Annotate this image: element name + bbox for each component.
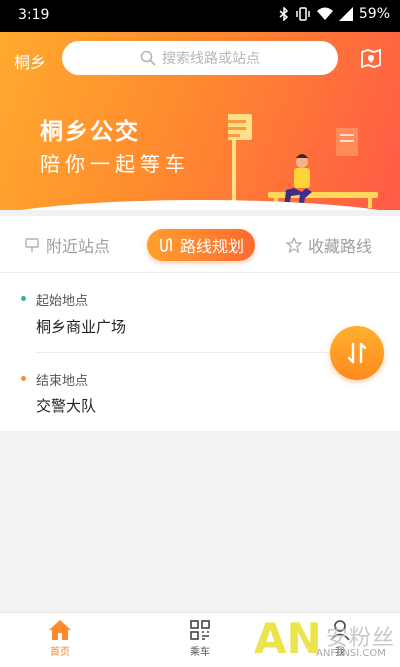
search-placeholder: 搜索线路或站点 (162, 51, 260, 67)
end-dot (21, 376, 26, 381)
app-subtitle: 陪你一起等车 (40, 152, 190, 176)
start-label: 起始地点 (36, 294, 89, 309)
tab-route-planning[interactable]: 路线规划 (147, 229, 255, 261)
map-icon[interactable] (360, 48, 382, 68)
battery-percent: 59% (358, 6, 390, 22)
wifi-icon (316, 7, 333, 20)
tab-label: 路线规划 (179, 237, 244, 256)
swap-locations-button[interactable] (330, 326, 384, 380)
search-input[interactable]: 搜索线路或站点 (62, 41, 338, 75)
divider (36, 352, 336, 353)
tab-label: 附近站点 (46, 237, 111, 256)
cell-signal-icon (338, 7, 353, 21)
star-icon (286, 237, 302, 253)
end-label: 结束地点 (36, 374, 89, 389)
nav-label: 乘车 (190, 647, 210, 658)
bottom-navigation: 首页 乘车 我 (0, 612, 400, 667)
app-title: 桐乡公交 (40, 119, 140, 145)
nav-label: 我 (335, 647, 345, 658)
route-planner-card: 起始地点 桐乡商业广场 结束地点 交警大队 (0, 273, 400, 431)
start-location-field[interactable]: 桐乡商业广场 (36, 316, 126, 337)
search-icon (140, 50, 156, 66)
nav-home[interactable]: 首页 (30, 619, 90, 658)
qr-grid-icon (190, 620, 210, 640)
status-time: 3:19 (18, 7, 50, 23)
bus-stop-icon (25, 238, 39, 252)
city-selector[interactable]: 桐乡 (14, 49, 46, 73)
vibrate-icon (296, 7, 310, 21)
user-icon (330, 620, 350, 641)
start-dot (21, 296, 26, 301)
bluetooth-icon (279, 7, 288, 21)
nav-ride[interactable]: 乘车 (170, 619, 230, 658)
waiting-person-illustration (228, 114, 378, 208)
hero-banner: 桐乡 搜索线路或站点 桐乡公交 陪你一起等车 (0, 32, 400, 210)
end-location-field[interactable]: 交警大队 (36, 395, 96, 416)
nav-me[interactable]: 我 (310, 619, 370, 658)
tab-nearby-stops[interactable]: 附近站点 (24, 229, 110, 261)
tab-bar: 附近站点 路线规划 收藏路线 (0, 216, 400, 273)
tab-favorite-routes[interactable]: 收藏路线 (286, 229, 372, 261)
status-icons: 59% (279, 6, 390, 22)
tab-label: 收藏路线 (308, 237, 373, 256)
nav-label: 首页 (50, 647, 70, 658)
swap-icon (347, 342, 367, 364)
status-bar: 3:19 59% (0, 0, 400, 32)
route-icon (160, 238, 172, 252)
home-icon (49, 620, 71, 640)
